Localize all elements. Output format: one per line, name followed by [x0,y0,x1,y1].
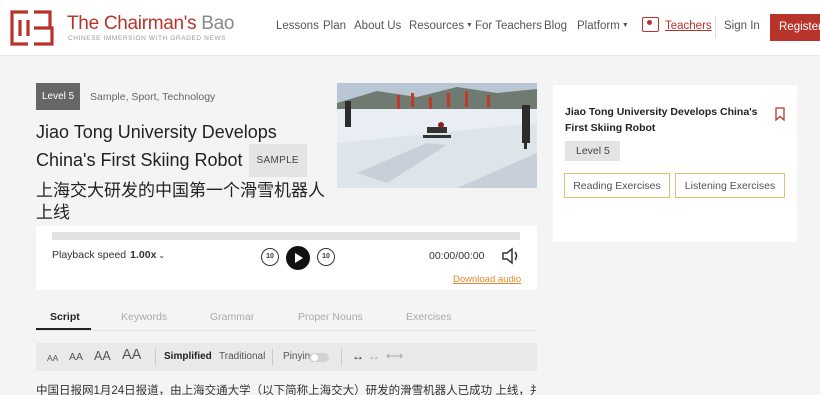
playback-speed-label: Playback speed [52,249,127,261]
brand-name-gray: Bao [201,13,235,34]
tab-script[interactable]: Script [50,311,80,323]
nav-plan[interactable]: Plan [323,20,346,32]
tab-grammar[interactable]: Grammar [210,311,254,323]
toolbar-divider [155,349,156,365]
article-title-en: Jiao Tong University Develops China's Fi… [36,121,336,177]
reading-exercises-button[interactable]: Reading Exercises [564,173,670,198]
audio-player: Playback speed 1.00x ⌄ 10 10 00:00/00:00 D… [36,226,537,290]
traditional-button[interactable]: Traditional [219,351,265,362]
font-size-l-button[interactable]: AA [122,347,141,363]
cb-logo-icon[interactable] [8,8,56,48]
header-divider [715,16,716,38]
nav-resources[interactable]: Resources ▼ [409,20,473,32]
playback-speed-control[interactable]: Playback speed 1.00x ⌄ [52,249,165,261]
sidebar-card: Jiao Tong University Develops China's Fi… [553,85,797,242]
caret-down-icon: ▼ [621,22,629,29]
register-button[interactable]: Register [770,14,820,41]
tab-proper-nouns[interactable]: Proper Nouns [298,311,363,323]
sidebar-level-badge: Level 5 [565,141,620,161]
nav-lessons[interactable]: Lessons [276,20,319,32]
simplified-button[interactable]: Simplified [164,351,212,362]
article-title-en-text: Jiao Tong University Develops China's Fi… [36,122,277,170]
bookmark-icon[interactable] [775,107,785,121]
font-size-m-button[interactable]: AA [94,349,111,363]
spacing-medium-icon[interactable]: ↔ [368,349,380,363]
font-size-xs-button[interactable]: AA [47,353,58,363]
article-body: 中国日报网1月24日报道，由上海交通大学（以下简称上海交大）研发的滑雪机器人已成… [36,385,536,395]
tab-exercises[interactable]: Exercises [406,311,452,323]
nav-platform[interactable]: Platform ▼ [577,20,629,32]
forward-10-icon[interactable]: 10 [317,248,335,266]
brand-tagline: CHINESE IMMERSION WITH GRADED NEWS [68,35,226,42]
listening-exercises-button[interactable]: Listening Exercises [675,173,785,198]
tab-keywords[interactable]: Keywords [121,311,167,323]
nav-for-teachers[interactable]: For Teachers [475,20,542,32]
rewind-10-icon[interactable]: 10 [261,248,279,266]
play-icon[interactable] [286,246,310,270]
active-tab-indicator [36,328,91,330]
nav-platform-label: Platform [577,20,620,32]
pinyin-label: Pinyin [283,351,311,362]
spacing-wide-icon[interactable]: ⟷ [386,349,403,363]
toolbar-divider [341,349,342,365]
volume-icon[interactable] [501,247,521,265]
audio-progress-track[interactable] [52,232,520,240]
sign-in-link[interactable]: Sign In [724,20,760,32]
pinyin-toggle[interactable] [309,353,329,362]
teachers-label: Teachers [665,20,712,32]
download-audio-link[interactable]: Download audio [453,274,521,285]
nav-about-us[interactable]: About Us [354,20,401,32]
audio-time: 00:00/00:00 [429,250,485,262]
font-size-s-button[interactable]: AA [69,351,83,363]
tab-divider [36,330,537,331]
article-title-zh: 上海交大研发的中国第一个滑雪机器人上线 [36,181,325,222]
teacher-board-icon [642,17,659,32]
reading-toolbar: AA AA AA AA Simplified Traditional Pinyi… [36,343,537,371]
toolbar-divider [272,349,273,365]
teachers-link[interactable]: Teachers [642,17,712,32]
article-tags: Sample, Sport, Technology [90,91,216,103]
brand-name-red: The Chairman's [67,13,197,34]
sidebar-title: Jiao Tong University Develops China's Fi… [565,106,758,134]
playback-speed-value: 1.00x [130,249,157,261]
brand-name[interactable]: The Chairman's Bao [67,13,235,35]
article-photo [337,83,537,188]
site-header: The Chairman's Bao CHINESE IMMERSION WIT… [0,0,820,56]
chevron-down-icon: ⌄ [158,251,166,260]
sample-badge: SAMPLE [248,144,307,177]
spacing-narrow-icon[interactable]: ↔ [352,349,364,363]
nav-blog[interactable]: Blog [544,20,567,32]
caret-down-icon: ▼ [465,22,473,29]
level-badge: Level 5 [36,83,80,110]
nav-resources-label: Resources [409,20,464,32]
